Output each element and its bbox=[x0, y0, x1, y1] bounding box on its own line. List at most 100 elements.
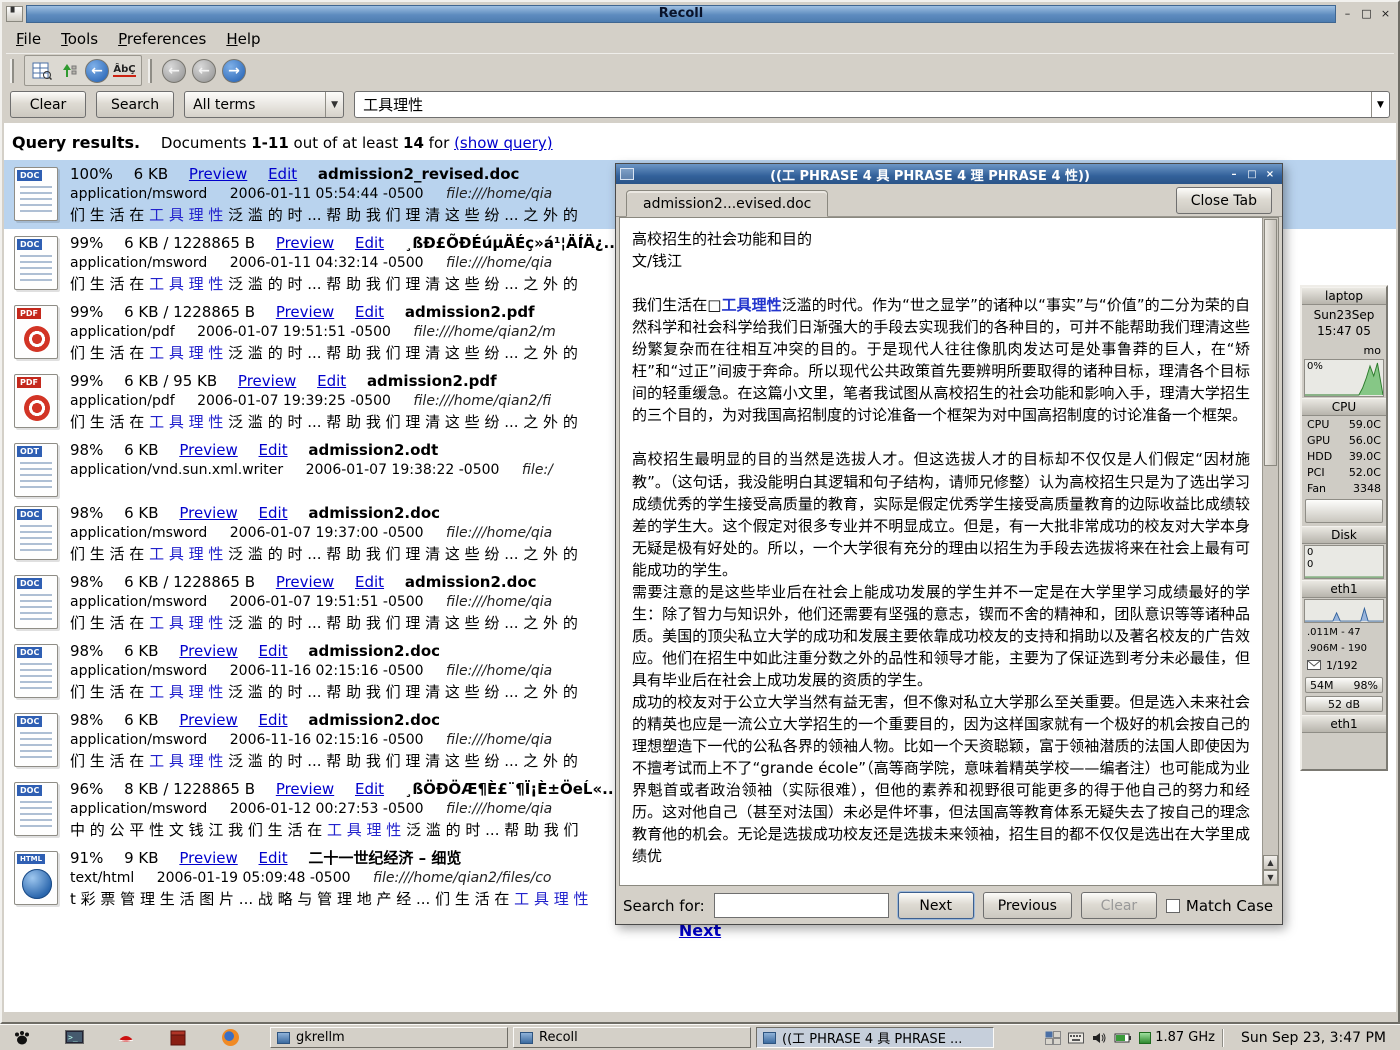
preview-link[interactable]: Preview bbox=[179, 849, 237, 867]
menu-tools[interactable]: Tools bbox=[57, 28, 108, 50]
edit-link[interactable]: Edit bbox=[259, 504, 288, 522]
first-page-button[interactable]: ← bbox=[162, 59, 186, 83]
preview-link[interactable]: Preview bbox=[276, 234, 334, 252]
terminal-icon[interactable]: >_ bbox=[64, 1028, 84, 1048]
edit-link[interactable]: Edit bbox=[259, 441, 288, 459]
taskbar-task[interactable]: ((工 PHRASE 4 具 PHRASE ... bbox=[756, 1027, 994, 1048]
next-page-button[interactable]: → bbox=[222, 59, 246, 83]
query-history-chevron-icon[interactable]: ▼ bbox=[1371, 92, 1389, 117]
scroll-up-icon[interactable]: ▲ bbox=[1263, 855, 1278, 870]
preview-link[interactable]: Preview bbox=[179, 711, 237, 729]
spellcheck-icon[interactable]: ÂbÇ bbox=[112, 58, 137, 83]
memory-percent: 98% bbox=[1354, 679, 1378, 692]
system-tray: 1.87 GHz Sun Sep 23, 3:47 PM bbox=[1045, 1029, 1392, 1047]
paw-icon[interactable] bbox=[12, 1028, 32, 1048]
preview-maximize-button[interactable]: □ bbox=[1244, 167, 1260, 182]
volume-value: 52 dB bbox=[1328, 698, 1360, 711]
edit-link[interactable]: Edit bbox=[355, 234, 384, 252]
edit-link[interactable]: Edit bbox=[317, 372, 346, 390]
file-size: 6 KB bbox=[124, 642, 158, 660]
match-case-checkbox[interactable] bbox=[1166, 899, 1180, 913]
preview-minimize-button[interactable]: – bbox=[1226, 167, 1242, 182]
preview-link[interactable]: Preview bbox=[179, 642, 237, 660]
preview-titlebar[interactable]: ((工 PHRASE 4 具 PHRASE 4 理 PHRASE 4 性)) –… bbox=[616, 164, 1282, 184]
query-details-icon[interactable] bbox=[29, 58, 54, 83]
find-previous-button[interactable]: Previous bbox=[983, 892, 1072, 919]
taskbar-clock[interactable]: Sun Sep 23, 3:47 PM bbox=[1231, 1030, 1392, 1046]
preview-close-button[interactable]: × bbox=[1262, 167, 1278, 182]
clear-button[interactable]: Clear bbox=[10, 91, 86, 118]
keyboard-icon[interactable] bbox=[1068, 1032, 1084, 1044]
preview-tabbar: admission2...evised.doc Close Tab bbox=[616, 184, 1282, 217]
memory-used: 54M bbox=[1310, 679, 1334, 692]
menu-preferences[interactable]: Preferences bbox=[114, 28, 216, 50]
file-date: 2006-01-19 05:09:48 -0500 bbox=[157, 870, 351, 886]
toolbar-grip[interactable] bbox=[10, 59, 14, 83]
preview-link[interactable]: Preview bbox=[276, 573, 334, 591]
volume-icon[interactable] bbox=[1091, 1030, 1107, 1046]
taskbar-task[interactable]: Recoll bbox=[513, 1027, 751, 1048]
result-title: admission2.doc bbox=[308, 711, 440, 729]
workspace-grid-icon[interactable] bbox=[1045, 1031, 1061, 1045]
gkrellm-time: 15:47 05 bbox=[1302, 324, 1386, 340]
preview-link[interactable]: Preview bbox=[179, 441, 237, 459]
cpu-freq-applet[interactable]: 1.87 GHz bbox=[1139, 1030, 1215, 1045]
file-url: file:///home/qia bbox=[446, 594, 552, 610]
edit-link[interactable]: Edit bbox=[268, 165, 297, 183]
window-menu-icon[interactable]: ▘ bbox=[6, 6, 23, 22]
mime-type: application/msword bbox=[70, 594, 207, 610]
window-titlebar[interactable]: ▘ Recoll – □ × bbox=[4, 3, 1396, 24]
file-url: file:///home/qia bbox=[446, 801, 552, 817]
taskbar: >_ gkrellmRecoll((工 PHRASE 4 具 PHRASE ..… bbox=[0, 1024, 1400, 1050]
firefox-icon[interactable] bbox=[220, 1028, 240, 1048]
preview-link[interactable]: Preview bbox=[179, 504, 237, 522]
edit-link[interactable]: Edit bbox=[259, 849, 288, 867]
show-query-link[interactable]: (show query) bbox=[454, 134, 553, 152]
query-results-title: Query results. bbox=[12, 133, 140, 152]
preview-link[interactable]: Preview bbox=[238, 372, 296, 390]
taskbar-task[interactable]: gkrellm bbox=[270, 1027, 508, 1048]
scrollbar-thumb[interactable] bbox=[1264, 219, 1277, 466]
file-url: file:///home/qian2/files/co bbox=[373, 870, 552, 886]
preview-tab[interactable]: admission2...evised.doc bbox=[626, 190, 828, 217]
search-button[interactable]: Search bbox=[96, 91, 174, 118]
history-icon[interactable]: ← bbox=[85, 59, 109, 83]
edit-link[interactable]: Edit bbox=[355, 573, 384, 591]
menu-file[interactable]: File bbox=[12, 28, 51, 50]
edit-link[interactable]: Edit bbox=[355, 780, 384, 798]
result-title: ¸ßÐ£ÕÐÉúµÄÉç»á¹¦ÄܺÍÄ¿... bbox=[405, 234, 621, 252]
minimize-button[interactable]: – bbox=[1339, 6, 1356, 22]
preview-link[interactable]: Preview bbox=[276, 780, 334, 798]
net-chart bbox=[1304, 599, 1384, 623]
search-mode-select[interactable]: All terms ▼ bbox=[184, 91, 344, 118]
find-next-button[interactable]: Next bbox=[898, 892, 974, 919]
query-input[interactable] bbox=[355, 96, 1371, 114]
close-button[interactable]: × bbox=[1377, 6, 1394, 22]
find-input[interactable] bbox=[714, 893, 889, 918]
edit-link[interactable]: Edit bbox=[259, 642, 288, 660]
file-type-icon bbox=[14, 575, 58, 629]
docs-word: Documents bbox=[161, 134, 247, 152]
chevron-down-icon[interactable]: ▼ bbox=[325, 92, 343, 117]
edit-link[interactable]: Edit bbox=[259, 711, 288, 729]
battery-icon[interactable] bbox=[1114, 1032, 1132, 1044]
sort-icon[interactable] bbox=[57, 58, 82, 83]
preview-link[interactable]: Preview bbox=[189, 165, 247, 183]
close-tab-button[interactable]: Close Tab bbox=[1176, 187, 1272, 214]
edit-link[interactable]: Edit bbox=[355, 303, 384, 321]
volume-meter[interactable]: 52 dB bbox=[1305, 696, 1383, 712]
menu-help[interactable]: Help bbox=[222, 28, 270, 50]
red-hat-icon[interactable] bbox=[116, 1028, 136, 1048]
preview-scrollbar[interactable]: ▲ ▼ bbox=[1262, 218, 1278, 885]
preview-window-icon[interactable] bbox=[620, 168, 634, 180]
toolbar-grip2[interactable] bbox=[148, 59, 152, 83]
file-size: 6 KB bbox=[134, 165, 168, 183]
prev-page-button[interactable]: ← bbox=[192, 59, 216, 83]
preview-text[interactable]: 高校招生的社会功能和目的文/钱江 我们生活在□工具理性泛滥的时代。作为“世之显学… bbox=[619, 217, 1279, 886]
find-clear-button[interactable]: Clear bbox=[1081, 892, 1157, 919]
scroll-down-icon[interactable]: ▼ bbox=[1263, 870, 1278, 885]
package-icon[interactable] bbox=[168, 1028, 188, 1048]
preview-link[interactable]: Preview bbox=[276, 303, 334, 321]
maximize-button[interactable]: □ bbox=[1358, 6, 1375, 22]
query-combo[interactable]: ▼ bbox=[354, 91, 1390, 118]
